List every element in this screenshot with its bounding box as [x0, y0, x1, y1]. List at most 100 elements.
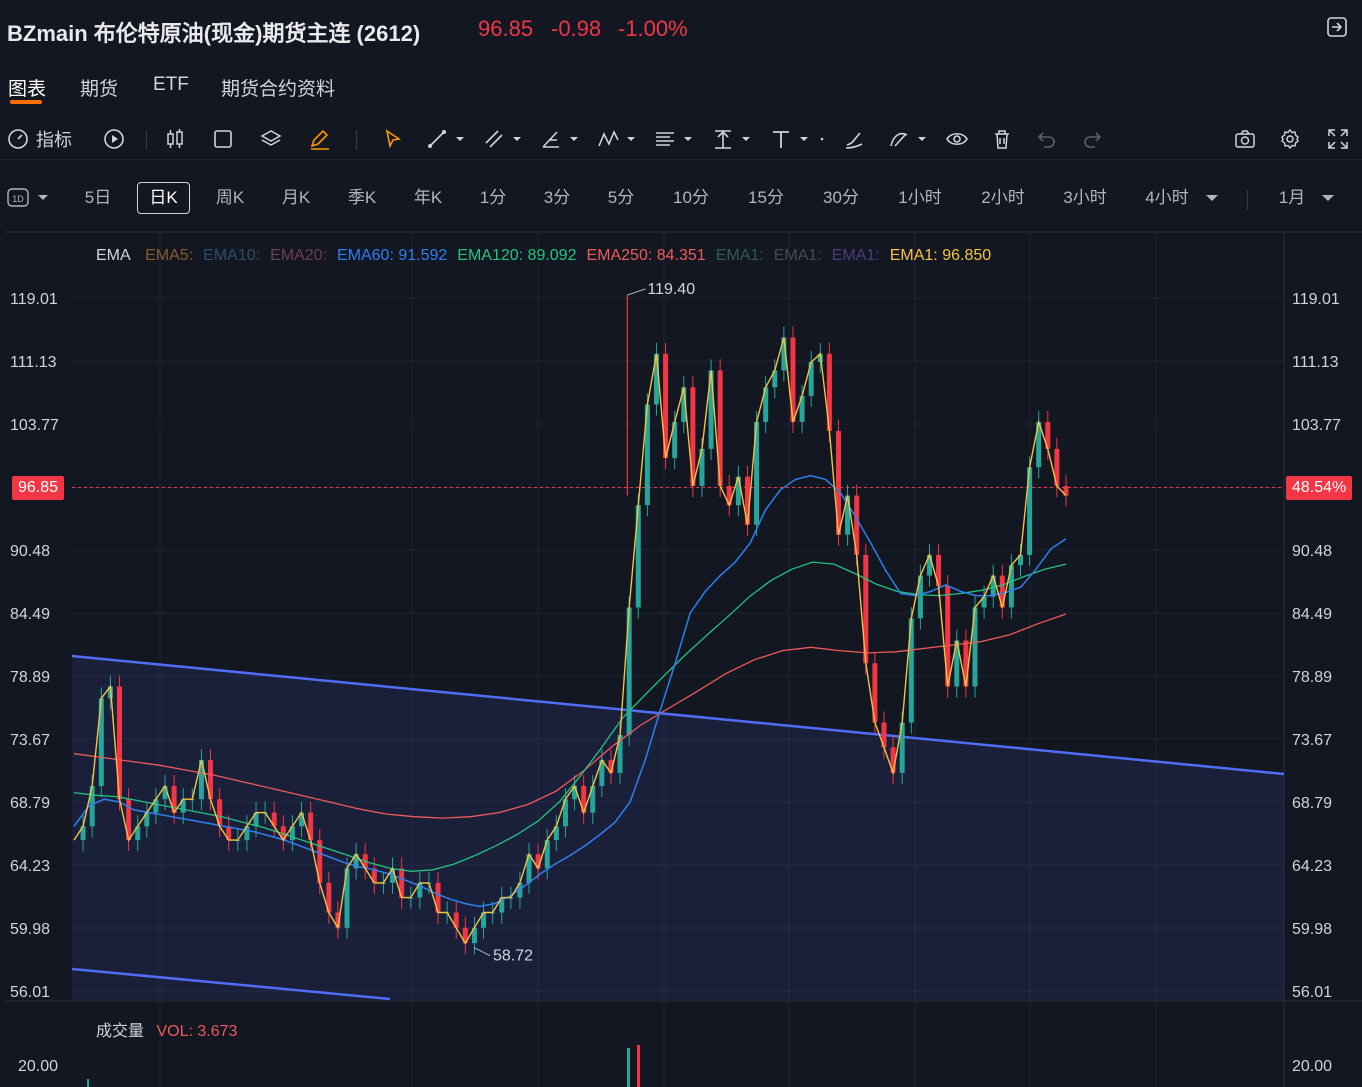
redo-icon[interactable] [1081, 124, 1103, 154]
y-axis-label: 78.89 [10, 669, 50, 686]
right-axis-label: 64.23 [1292, 858, 1332, 875]
y-axis-label: 56.01 [10, 984, 50, 1001]
tf-1min[interactable]: 1分 [470, 182, 516, 214]
tab-contract-info[interactable]: 期货合约资料 [221, 74, 335, 101]
ema-legend-item: EMA10: [203, 247, 261, 264]
chevron-down-icon[interactable] [1200, 182, 1224, 214]
ema-legend-item: EMA1: 96.850 [889, 247, 992, 264]
rectangle-icon[interactable] [212, 124, 234, 154]
y-axis-label: 111.13 [10, 354, 57, 371]
y-axis-label: 64.23 [10, 858, 50, 875]
y-axis-label: 84.49 [10, 606, 50, 623]
tab-futures[interactable]: 期货 [80, 74, 118, 101]
ema-legend-item: EMA20: [270, 247, 327, 264]
volume-bar [637, 1045, 640, 1087]
channel-fill [72, 656, 1284, 1000]
eye-icon[interactable] [945, 124, 969, 154]
pencil-icon[interactable] [308, 124, 332, 154]
drawing-toolbar: 指标 [0, 118, 1362, 160]
right-axis-label: 59.98 [1292, 921, 1332, 938]
header-bar: BZmain 布伦特原油(现金)期货主连 (2612) 96.85 -0.98 … [0, 0, 1362, 58]
tf-2h[interactable]: 2小时 [973, 182, 1033, 214]
last-pct-tag: 48.54% [1286, 476, 1353, 500]
tf-30min[interactable]: 30分 [814, 182, 868, 214]
right-axis-label: 111.13 [1292, 354, 1339, 371]
fullscreen-icon[interactable] [1327, 124, 1349, 154]
ema-legend-item: EMA1: [831, 247, 880, 264]
fib-tool-icon[interactable] [540, 124, 584, 154]
tab-etf[interactable]: ETF [153, 74, 189, 96]
tf-yearly[interactable]: 年K [405, 182, 451, 214]
y-axis-label: 119.01 [10, 291, 58, 308]
high-marker-label: 119.40 [647, 281, 695, 298]
volume-axis-label: 20.00 [18, 1058, 58, 1075]
hide-drawings-icon[interactable] [888, 124, 932, 154]
ema-legend-item: EMA120: 89.092 [457, 247, 577, 264]
position-tool-icon[interactable] [712, 124, 756, 154]
tf-3h[interactable]: 3小时 [1055, 182, 1115, 214]
volume-bar [87, 1079, 89, 1087]
active-tab-indicator [10, 100, 42, 104]
right-axis-label: 119.01 [1292, 291, 1340, 308]
toolbar-divider [1247, 190, 1248, 210]
low-marker-label: 58.72 [493, 948, 533, 965]
exit-fullscreen-icon[interactable] [1326, 16, 1348, 38]
volume-legend: 成交量 VOL: 3.673 [96, 1017, 237, 1041]
tf-3min[interactable]: 3分 [534, 182, 580, 214]
price-change-percent: -1.00% [618, 16, 688, 41]
channel-tool-icon[interactable] [483, 124, 527, 154]
price-chart[interactable]: 119.01 111.13 103.77 90.48 84.49 78.89 73.67 68… [0, 230, 1362, 1087]
replay-icon[interactable] [103, 124, 125, 154]
tf-5min[interactable]: 5分 [598, 182, 644, 214]
range-selector[interactable]: 1月 [1270, 182, 1314, 214]
y-axis-label: 103.77 [10, 417, 59, 434]
measure-tool-icon[interactable] [654, 124, 698, 154]
tf-monthly[interactable]: 月K [273, 182, 319, 214]
tf-4h[interactable]: 4小时 [1137, 182, 1197, 214]
tab-chart[interactable]: 图表 [8, 74, 46, 101]
y-axis-label: 73.67 [10, 732, 50, 749]
cursor-icon[interactable] [382, 124, 404, 154]
candlestick-icon[interactable] [164, 124, 186, 154]
ema-legend: EMA EMA5: EMA10: EMA20: EMA60: 91.592 EMA120… [96, 247, 1001, 265]
timeframe-bar: 1D 5日 日K 周K 月K 季K 年K 1分 3分 5分 10分 15分 30… [0, 176, 1362, 222]
pattern-tool-icon[interactable] [597, 124, 641, 154]
trash-icon[interactable] [991, 124, 1013, 154]
tf-10min[interactable]: 10分 [664, 182, 718, 214]
camera-icon[interactable] [1234, 124, 1256, 154]
chevron-down-icon[interactable] [1316, 182, 1340, 214]
tf-5d[interactable]: 5日 [76, 182, 120, 214]
toolbar-divider [356, 130, 357, 150]
volume-value: 3.673 [197, 1023, 238, 1040]
volume-label: VOL: [156, 1023, 193, 1040]
interval-selector[interactable]: 1D [7, 182, 53, 214]
right-axis-label: 73.67 [1292, 732, 1332, 749]
ema-legend-item: EMA250: 84.351 [586, 247, 706, 264]
right-axis-label: 68.79 [1292, 795, 1332, 812]
ema-legend-item: EMA1: [773, 247, 822, 264]
last-price-tag: 96.85 [12, 476, 65, 500]
ema-legend-item: EMA60: 91.592 [336, 247, 448, 264]
layers-icon[interactable] [260, 124, 282, 154]
volume-bar [627, 1048, 630, 1087]
gear-icon[interactable] [1279, 124, 1301, 154]
brush-icon[interactable] [843, 124, 865, 154]
tf-quarterly[interactable]: 季K [339, 182, 385, 214]
toolbar-divider [146, 130, 147, 150]
tf-daily[interactable]: 日K [137, 182, 190, 214]
right-axis-label: 90.48 [1292, 543, 1332, 560]
undo-icon[interactable] [1036, 124, 1058, 154]
trend-line-icon[interactable] [426, 124, 470, 154]
last-price: 96.85 [478, 16, 534, 41]
text-tool-icon[interactable] [770, 124, 830, 154]
tf-15min[interactable]: 15分 [739, 182, 793, 214]
y-axis-label: 90.48 [10, 543, 50, 560]
indicator-label: 指标 [36, 130, 72, 150]
gauge-icon [8, 129, 28, 149]
price-change: -0.98 [551, 16, 602, 41]
y-axis-label: 68.79 [10, 795, 50, 812]
indicator-button[interactable]: 指标 [7, 124, 72, 154]
tf-1h[interactable]: 1小时 [890, 182, 950, 214]
ema-legend-item: EMA1: [715, 247, 764, 264]
tf-weekly[interactable]: 周K [207, 182, 253, 214]
